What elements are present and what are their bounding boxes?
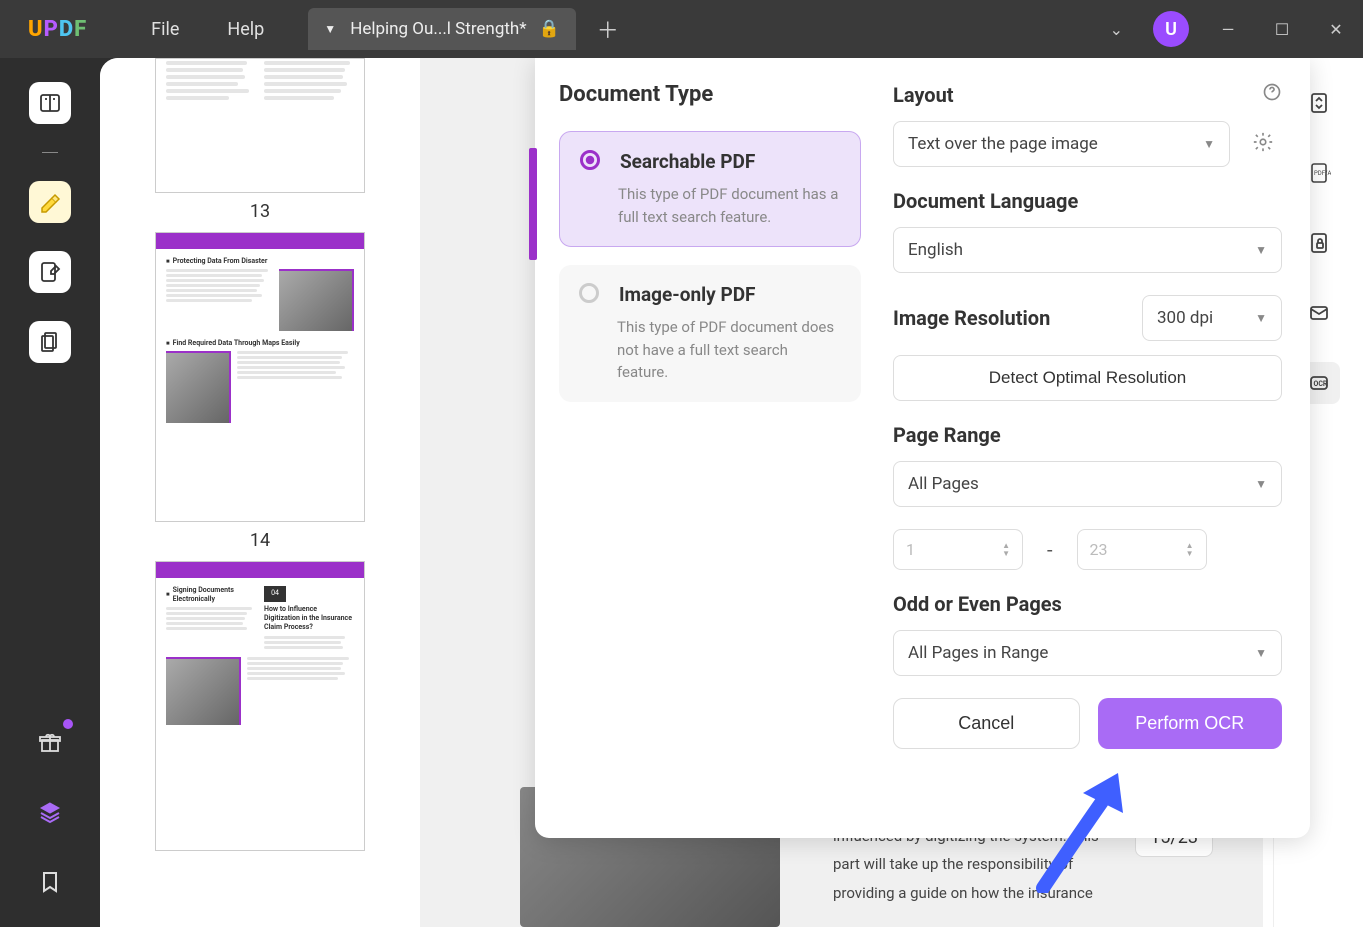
spinner-icon[interactable]: ▲▼	[1186, 542, 1194, 558]
option-description: This type of PDF document has a full tex…	[618, 183, 840, 228]
app-logo: UPDF	[28, 17, 87, 42]
chevron-down-icon[interactable]: ⌄	[1104, 14, 1129, 45]
minimize-button[interactable]: —	[1213, 20, 1243, 39]
option-title: Image-only PDF	[619, 283, 756, 306]
document-tab[interactable]: ▼ Helping Ou...l Strength* 🔒	[308, 8, 576, 50]
gift-icon[interactable]	[29, 721, 71, 763]
detect-resolution-button[interactable]: Detect Optimal Resolution	[893, 355, 1282, 401]
page-range-label: Page Range	[893, 423, 1001, 447]
range-dash: -	[1047, 538, 1053, 562]
reader-tool-icon[interactable]	[29, 82, 71, 124]
edit-tool-icon[interactable]	[29, 251, 71, 293]
range-from-input[interactable]: 1 ▲▼	[893, 529, 1023, 570]
gear-icon[interactable]	[1244, 123, 1282, 165]
user-avatar[interactable]: U	[1153, 11, 1189, 47]
layout-select[interactable]: Text over the page image ▼	[893, 121, 1230, 167]
language-select[interactable]: English ▼	[893, 227, 1282, 273]
thumbnail-label: 14	[140, 530, 380, 551]
tab-title: Helping Ou...l Strength*	[350, 19, 526, 39]
radio-unselected-icon	[579, 283, 599, 303]
help-icon[interactable]	[1262, 82, 1282, 107]
spinner-icon[interactable]: ▲▼	[1002, 542, 1010, 558]
page-thumbnail[interactable]: Protecting Data From Disaster	[140, 232, 380, 551]
layout-label: Layout	[893, 83, 954, 107]
option-description: This type of PDF document does not have …	[617, 316, 841, 384]
resolution-select[interactable]: 300 dpi ▼	[1142, 295, 1282, 341]
perform-ocr-button[interactable]: Perform OCR	[1098, 698, 1283, 749]
rail-separator	[42, 152, 58, 153]
selection-indicator	[529, 148, 537, 260]
searchable-pdf-option[interactable]: Searchable PDF This type of PDF document…	[559, 131, 861, 247]
caret-down-icon: ▼	[1255, 477, 1267, 491]
notification-dot	[63, 719, 73, 729]
svg-text:PDF/A: PDF/A	[1314, 170, 1331, 177]
page-thumbnail[interactable]: 13	[140, 58, 380, 222]
content-area: 13 Protecting Data From Disaster	[100, 58, 1363, 927]
tab-dropdown-icon[interactable]: ▼	[324, 22, 336, 36]
language-label: Document Language	[893, 189, 1078, 213]
ocr-settings-panel: Document Type Searchable PDF This type o…	[535, 58, 1310, 838]
caret-down-icon: ▼	[1255, 311, 1267, 325]
layers-icon[interactable]	[29, 791, 71, 833]
thumbnail-label: 13	[140, 201, 380, 222]
thumbnail-panel[interactable]: 13 Protecting Data From Disaster	[100, 58, 420, 927]
maximize-button[interactable]: ☐	[1267, 20, 1297, 39]
radio-selected-icon	[580, 150, 600, 170]
highlighter-tool-icon[interactable]	[29, 181, 71, 223]
new-tab-button[interactable]: ＋	[588, 13, 628, 45]
caret-down-icon: ▼	[1203, 137, 1215, 151]
caret-down-icon: ▼	[1255, 646, 1267, 660]
cancel-button[interactable]: Cancel	[893, 698, 1080, 749]
page-range-select[interactable]: All Pages ▼	[893, 461, 1282, 507]
pages-tool-icon[interactable]	[29, 321, 71, 363]
option-title: Searchable PDF	[620, 150, 755, 173]
odd-even-select[interactable]: All Pages in Range ▼	[893, 630, 1282, 676]
document-type-heading: Document Type	[559, 82, 861, 107]
menu-help[interactable]: Help	[203, 19, 288, 40]
image-only-pdf-option[interactable]: Image-only PDF This type of PDF document…	[559, 265, 861, 402]
close-button[interactable]: ✕	[1321, 20, 1351, 39]
range-to-input[interactable]: 23 ▲▼	[1077, 529, 1207, 570]
bookmark-icon[interactable]	[29, 861, 71, 903]
odd-even-label: Odd or Even Pages	[893, 592, 1062, 616]
resolution-label: Image Resolution	[893, 306, 1128, 330]
titlebar: UPDF File Help ▼ Helping Ou...l Strength…	[0, 0, 1363, 58]
page-thumbnail[interactable]: Signing Documents Electronically 04 How …	[140, 561, 380, 851]
caret-down-icon: ▼	[1255, 243, 1267, 257]
menu-file[interactable]: File	[127, 19, 203, 40]
svg-text:OCR: OCR	[1313, 380, 1327, 388]
lock-icon: 🔒	[539, 19, 560, 39]
left-toolbar	[0, 58, 100, 927]
